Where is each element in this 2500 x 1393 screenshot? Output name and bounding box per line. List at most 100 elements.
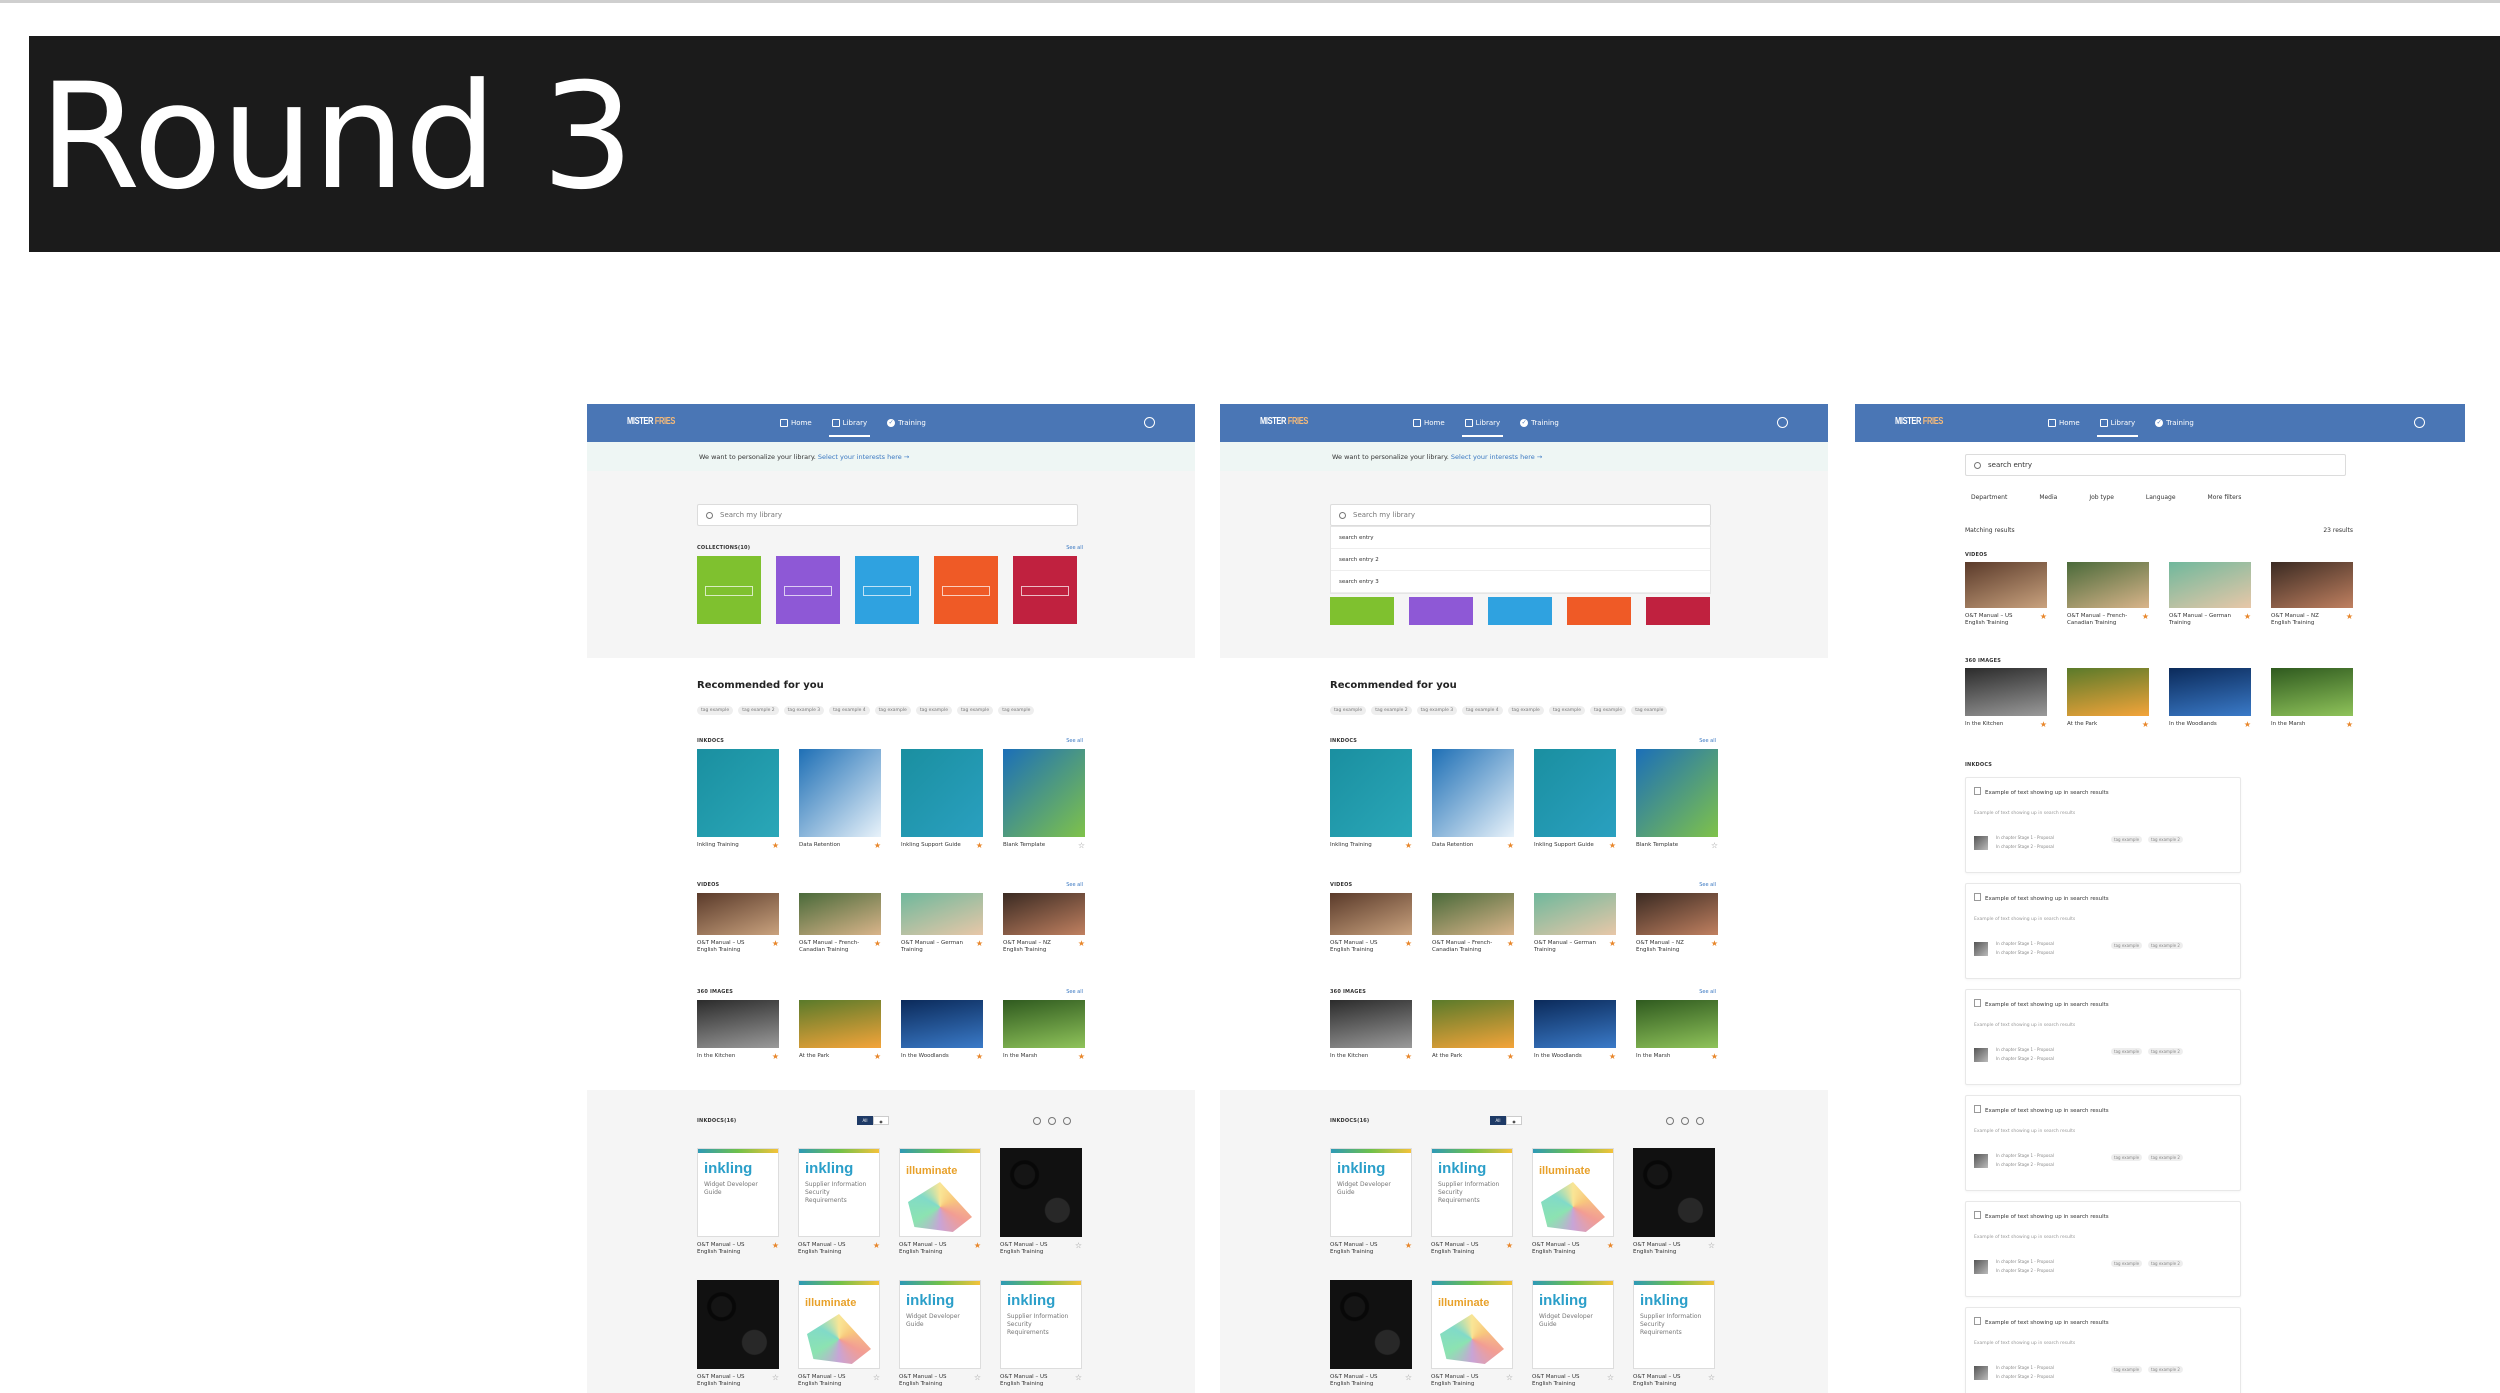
favorite-star-icon[interactable]: ★	[2346, 721, 2353, 729]
tile-video[interactable]: O&T Manual – US English Training ★	[1330, 893, 1412, 954]
collection-card[interactable]	[697, 556, 761, 624]
see-all-link[interactable]: See all	[1066, 989, 1083, 995]
result-tag[interactable]: tag example 2	[2148, 1366, 2183, 1373]
tag-chip[interactable]: tag example	[1507, 706, 1544, 715]
brand-logo[interactable]: MISTER FRIES	[627, 416, 675, 427]
tile-inkdoc[interactable]: Inkling Training ★	[697, 749, 779, 850]
see-all-link[interactable]: See all	[1066, 738, 1083, 744]
result-chapter-1[interactable]: In chapter Stage 1 - Proposal	[1996, 1153, 2054, 1158]
result-chapter-1[interactable]: In chapter Stage 1 - Proposal	[1996, 941, 2054, 946]
tile-inkdoc[interactable]: Inkling Support Guide ★	[1534, 749, 1616, 850]
result-chapter-2[interactable]: In chapter Stage 2 - Proposal	[1996, 950, 2054, 955]
view-toggle[interactable]: All ◉	[1490, 1116, 1522, 1125]
result-video-tile[interactable]: O&T Manual – US English Training ★	[1965, 562, 2047, 627]
favorite-star-icon[interactable]: ★	[874, 940, 881, 948]
nav-library[interactable]: Library	[1461, 404, 1504, 442]
tile-image[interactable]: In the Kitchen ★	[1330, 1000, 1412, 1061]
personalize-link[interactable]: Select your interests here →	[1451, 453, 1542, 461]
favorite-star-icon[interactable]: ★	[874, 1053, 881, 1061]
favorite-star-icon[interactable]: ★	[1506, 1242, 1513, 1250]
result-title[interactable]: Example of text showing up in search res…	[1974, 893, 2109, 902]
book-tile[interactable]: inkling Supplier Information Security Req…	[1000, 1280, 1082, 1388]
favorite-star-icon[interactable]: ★	[772, 1053, 779, 1061]
see-all-link[interactable]: See all	[1699, 738, 1716, 744]
collection-card[interactable]	[1013, 556, 1077, 624]
result-title[interactable]: Example of text showing up in search res…	[1974, 1105, 2109, 1114]
book-tile[interactable]: inkling Supplier Information Security Req…	[1633, 1280, 1715, 1388]
book-tile[interactable]: O&T Manual – US English Training ☆	[1330, 1280, 1412, 1388]
result-title[interactable]: Example of text showing up in search res…	[1974, 787, 2109, 796]
filter-4[interactable]: More filters	[2202, 491, 2248, 504]
favorite-star-icon[interactable]: ★	[1609, 842, 1616, 850]
favorite-star-icon[interactable]: ★	[1711, 940, 1718, 948]
result-image-tile[interactable]: In the Kitchen ★	[1965, 668, 2047, 729]
tile-image[interactable]: In the Marsh ★	[1636, 1000, 1718, 1061]
favorite-star-icon[interactable]: ★	[1711, 1053, 1718, 1061]
result-tag[interactable]: tag example	[2111, 1366, 2143, 1373]
library-search-input[interactable]: Search my library	[1330, 504, 1711, 526]
search-result-card[interactable]: Example of text showing up in search res…	[1965, 1201, 2241, 1297]
settings-icon[interactable]	[1696, 1117, 1704, 1125]
tag-chip[interactable]: tag example	[1590, 706, 1627, 715]
collection-card[interactable]	[1330, 597, 1394, 625]
personalize-link[interactable]: Select your interests here →	[818, 453, 909, 461]
tag-chip[interactable]: tag example	[874, 706, 911, 715]
book-tile[interactable]: inkling Widget Developer Guide O&T Manual …	[899, 1280, 981, 1388]
book-tile[interactable]: illuminate O&T Manual – US English Traini…	[899, 1148, 981, 1256]
grid-icon[interactable]	[1666, 1117, 1674, 1125]
result-tag[interactable]: tag example	[2111, 942, 2143, 949]
nav-home[interactable]: Home	[777, 404, 815, 442]
favorite-star-icon[interactable]: ★	[1607, 1242, 1614, 1250]
favorite-star-icon[interactable]: ★	[2040, 613, 2047, 621]
see-all-link[interactable]: See all	[1066, 882, 1083, 888]
collection-card[interactable]	[1567, 597, 1631, 625]
book-tile[interactable]: illuminate O&T Manual – US English Traini…	[1532, 1148, 1614, 1256]
result-image-tile[interactable]: In the Marsh ★	[2271, 668, 2353, 729]
favorite-star-icon[interactable]: ★	[1609, 1053, 1616, 1061]
result-tag[interactable]: tag example 2	[2148, 942, 2183, 949]
favorite-star-icon[interactable]: ☆	[1607, 1374, 1614, 1382]
user-avatar[interactable]	[1777, 417, 1788, 428]
favorite-star-icon[interactable]: ★	[1405, 1053, 1412, 1061]
filter-3[interactable]: Language	[2140, 491, 2182, 504]
book-tile[interactable]: inkling Widget Developer Guide O&T Manual …	[1532, 1280, 1614, 1388]
tile-inkdoc[interactable]: Inkling Training ★	[1330, 749, 1412, 850]
tile-video[interactable]: O&T Manual – French-Canadian Training ★	[799, 893, 881, 954]
brand-logo[interactable]: MISTER FRIES	[1260, 416, 1308, 427]
collection-card[interactable]	[1646, 597, 1710, 625]
tag-chip[interactable]: tag example	[998, 706, 1035, 715]
result-tag[interactable]: tag example	[2111, 1154, 2143, 1161]
result-image-tile[interactable]: At the Park ★	[2067, 668, 2149, 729]
tile-video[interactable]: O&T Manual – NZ English Training ★	[1636, 893, 1718, 954]
favorite-star-icon[interactable]: ★	[772, 1242, 779, 1250]
favorite-star-icon[interactable]: ★	[772, 842, 779, 850]
favorite-star-icon[interactable]: ☆	[1405, 1374, 1412, 1382]
result-chapter-2[interactable]: In chapter Stage 2 - Proposal	[1996, 1162, 2054, 1167]
result-chapter-2[interactable]: In chapter Stage 2 - Proposal	[1996, 1268, 2054, 1273]
search-result-card[interactable]: Example of text showing up in search res…	[1965, 777, 2241, 873]
collection-card[interactable]	[934, 556, 998, 624]
nav-library[interactable]: Library	[828, 404, 871, 442]
favorite-star-icon[interactable]: ☆	[1075, 1242, 1082, 1250]
result-tag[interactable]: tag example 2	[2148, 1154, 2183, 1161]
tile-inkdoc[interactable]: Blank Template ☆	[1003, 749, 1085, 850]
favorite-star-icon[interactable]: ★	[1609, 940, 1616, 948]
results-search-input[interactable]: search entry	[1965, 454, 2346, 476]
result-chapter-1[interactable]: In chapter Stage 1 - Proposal	[1996, 835, 2054, 840]
favorite-star-icon[interactable]: ★	[976, 940, 983, 948]
sort-icon[interactable]	[1681, 1117, 1689, 1125]
book-tile[interactable]: O&T Manual – US English Training ☆	[1000, 1148, 1082, 1256]
favorite-star-icon[interactable]: ★	[874, 842, 881, 850]
tile-video[interactable]: O&T Manual – German Training ★	[1534, 893, 1616, 954]
result-tag[interactable]: tag example 2	[2148, 836, 2183, 843]
tag-chip[interactable]: tag example 3	[783, 706, 825, 715]
tag-chip[interactable]: tag example	[1631, 706, 1668, 715]
favorite-star-icon[interactable]: ☆	[1708, 1242, 1715, 1250]
result-chapter-1[interactable]: In chapter Stage 1 - Proposal	[1996, 1259, 2054, 1264]
result-tag[interactable]: tag example	[2111, 1048, 2143, 1055]
search-suggestion[interactable]: search entry	[1331, 527, 1710, 549]
tag-chip[interactable]: tag example 2	[1371, 706, 1412, 715]
search-suggestion[interactable]: search entry 3	[1331, 571, 1710, 593]
collection-card[interactable]	[1409, 597, 1473, 625]
book-tile[interactable]: O&T Manual – US English Training ☆	[1633, 1148, 1715, 1256]
